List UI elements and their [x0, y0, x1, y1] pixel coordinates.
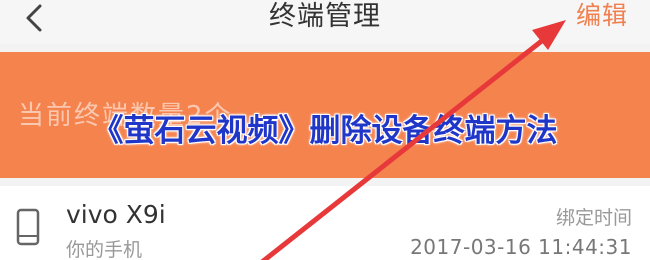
device-name: vivo X9i — [66, 200, 166, 229]
terminal-management-screen: 终端管理 编辑 当前终端数量2个 vivo X9i 你的手机 绑定时间 2017… — [0, 0, 650, 260]
bind-time-value: 2017-03-16 11:44:31 — [410, 235, 632, 259]
edit-button[interactable]: 编辑 — [576, 0, 628, 32]
page-title: 终端管理 — [269, 1, 381, 32]
tutorial-caption: 《萤石云视频》删除设备终端方法 — [92, 113, 558, 149]
device-list-item[interactable]: vivo X9i 你的手机 绑定时间 2017-03-16 11:44:31 — [0, 186, 650, 260]
nav-header: 终端管理 编辑 — [0, 0, 650, 44]
device-subtitle: 你的手机 — [66, 239, 143, 260]
phone-icon — [16, 208, 40, 246]
bind-time-label: 绑定时间 — [555, 207, 632, 229]
